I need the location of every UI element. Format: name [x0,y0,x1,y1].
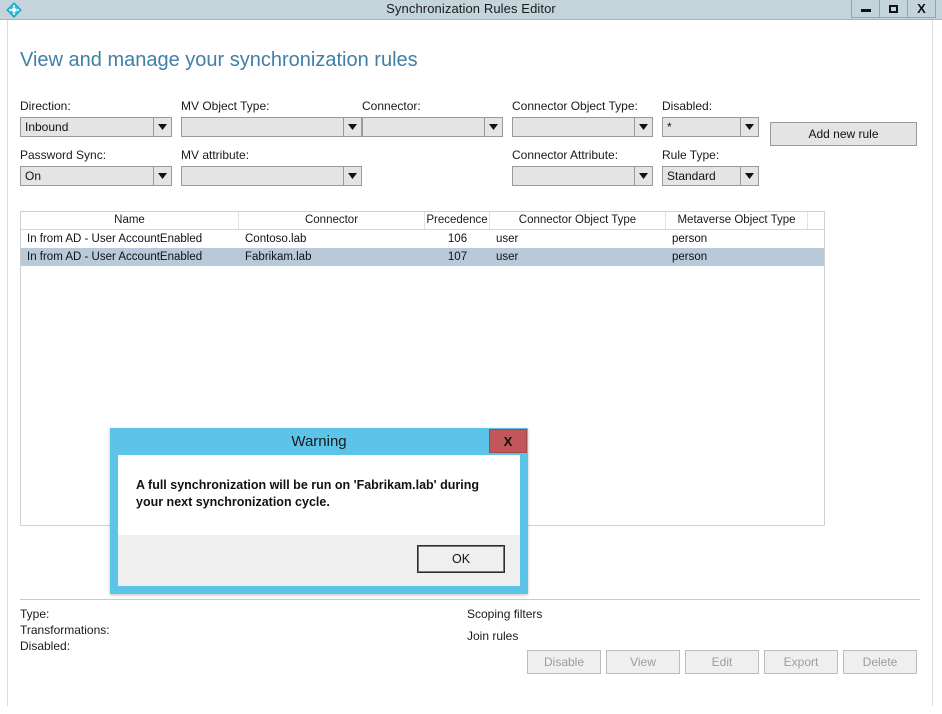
connector-dropdown[interactable] [362,117,503,137]
cell-connector-object-type: user [496,233,519,245]
delete-button[interactable]: Delete [843,650,917,674]
mv-object-type-dropdown[interactable] [181,117,362,137]
window-frame-left [0,20,8,714]
chevron-down-icon [740,167,758,185]
cell-connector-object-type: user [496,251,519,263]
window-titlebar: Synchronization Rules Editor X [0,0,942,20]
view-button[interactable]: View [606,650,680,674]
disabled-dropdown[interactable]: * [662,117,759,137]
window-frame-right [932,20,942,714]
cell-precedence: 106 [447,233,468,245]
label-mv-attribute: MV attribute: [181,148,250,162]
label-connector-attribute: Connector Attribute: [512,148,619,162]
maximize-button[interactable] [879,0,908,18]
detail-label-transformations: Transformations: [20,623,110,637]
chevron-down-icon [634,118,652,136]
action-button-bar: Disable View Edit Export Delete [9,641,931,681]
connector-attribute-dropdown[interactable] [512,166,653,186]
detail-label-type: Type: [20,607,50,621]
column-header-connector[interactable]: Connector [239,212,425,229]
column-header-metaverse-object-type[interactable]: Metaverse Object Type [666,212,808,229]
column-header-filler [808,212,824,229]
label-mv-object-type: MV Object Type: [181,99,270,113]
dialog-titlebar: Warning [118,428,520,455]
dialog-footer: OK [118,535,520,586]
password-sync-dropdown[interactable]: On [20,166,172,186]
chevron-down-icon [153,167,171,185]
chevron-down-icon [634,167,652,185]
connector-object-type-dropdown[interactable] [512,117,653,137]
cell-precedence: 107 [447,251,468,263]
page-body: View and manage your synchronization rul… [9,21,931,706]
rule-type-value: Standard [667,169,716,183]
dialog-ok-button[interactable]: OK [418,546,504,572]
add-new-rule-button[interactable]: Add new rule [770,122,917,146]
chevron-down-icon [153,118,171,136]
mv-attribute-dropdown[interactable] [181,166,362,186]
minimize-button[interactable] [851,0,880,18]
window-title: Synchronization Rules Editor [386,1,556,16]
direction-value: Inbound [25,120,69,134]
connector-value [363,118,484,136]
table-row[interactable]: In from AD - User AccountEnabled Contoso… [21,230,824,248]
window-controls: X [851,0,936,19]
mv-attribute-value [182,167,343,185]
chevron-down-icon [343,167,361,185]
table-header-row: Name Connector Precedence Connector Obje… [21,212,824,230]
dialog-message: A full synchronization will be run on 'F… [136,478,480,509]
dialog-body: A full synchronization will be run on 'F… [118,455,520,535]
cell-connector: Contoso.lab [245,233,307,245]
cell-metaverse-object-type: person [672,233,708,245]
cell-name: In from AD - User AccountEnabled [27,251,203,263]
window-frame-bottom [0,706,942,714]
disable-button[interactable]: Disable [527,650,601,674]
synchronization-rules-editor-window: Synchronization Rules Editor X View and … [0,0,942,714]
filter-panel: Direction: MV Object Type: Connector: Co… [9,99,931,209]
mv-object-type-value [182,118,343,136]
dialog-title: Warning [291,433,347,450]
chevron-down-icon [343,118,361,136]
connector-object-type-value [513,118,634,136]
label-direction: Direction: [20,99,71,113]
detail-divider [20,599,920,600]
cell-name: In from AD - User AccountEnabled [27,233,203,245]
label-connector-object-type: Connector Object Type: [512,99,638,113]
label-rule-type: Rule Type: [662,148,720,162]
close-button[interactable]: X [907,0,936,18]
warning-dialog: Warning X A full synchronization will be… [110,428,528,594]
column-header-precedence[interactable]: Precedence [425,212,490,229]
direction-dropdown[interactable]: Inbound [20,117,172,137]
export-button[interactable]: Export [764,650,838,674]
scoping-filters-link[interactable]: Scoping filters [467,607,542,621]
connector-attribute-value [513,167,634,185]
label-connector: Connector: [362,99,421,113]
password-sync-value: On [25,169,42,183]
cell-metaverse-object-type: person [672,251,708,263]
disabled-value: * [667,120,672,134]
chevron-down-icon [740,118,758,136]
label-password-sync: Password Sync: [20,148,107,162]
label-disabled: Disabled: [662,99,713,113]
column-header-name[interactable]: Name [21,212,239,229]
column-header-connector-object-type[interactable]: Connector Object Type [490,212,666,229]
rule-type-dropdown[interactable]: Standard [662,166,759,186]
page-title: View and manage your synchronization rul… [20,49,418,71]
dialog-close-button[interactable]: X [489,429,527,453]
chevron-down-icon [484,118,502,136]
table-row[interactable]: In from AD - User AccountEnabled Fabrika… [21,248,824,266]
edit-button[interactable]: Edit [685,650,759,674]
cell-connector: Fabrikam.lab [245,251,312,263]
